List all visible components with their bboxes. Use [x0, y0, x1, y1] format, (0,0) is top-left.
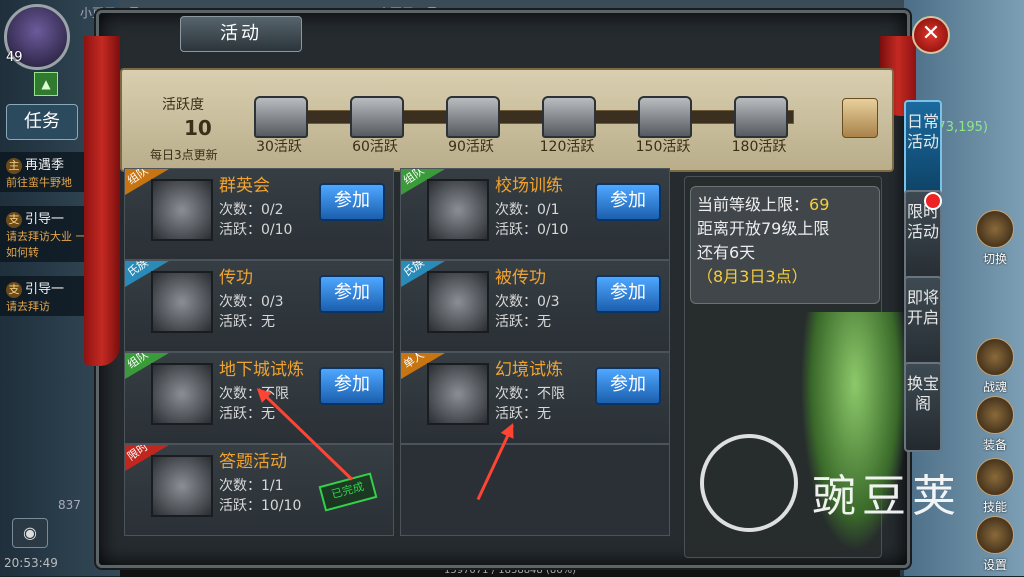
reward-chest-icon[interactable] [446, 96, 500, 138]
watermark-text: 豌豆荚 [812, 471, 962, 522]
activity-progress-track [262, 110, 794, 124]
activity-note: 每日3点更新 [150, 148, 218, 162]
clock: 20:53:49 [4, 556, 58, 570]
close-button[interactable]: ✕ [912, 16, 950, 54]
activity-card-qunyinghui: 组队 群英会 次数：0/2 活跃：0/10 参加 [124, 168, 394, 260]
quest-tag: 支 [6, 212, 22, 228]
activity-name: 校场训练 [495, 176, 563, 196]
camera-icon[interactable]: ◉ [12, 518, 48, 548]
activity-icon [151, 363, 213, 425]
settings-label: 设置 [982, 558, 1007, 572]
activity-name: 答题活动 [219, 452, 287, 472]
curtain-decoration [84, 36, 120, 366]
activity-points: 活跃：0/10 [219, 222, 293, 238]
reward-chest-icon[interactable] [254, 96, 308, 138]
activity-count: 次数：0/2 [219, 202, 284, 218]
expand-arrow-icon[interactable]: ▲ [34, 72, 58, 96]
activity-count: 次数：0/1 [495, 202, 560, 218]
quest-tag: 支 [6, 282, 22, 298]
scroll-icon[interactable] [842, 98, 878, 138]
level-cap-label: 当前等级上限： [697, 195, 810, 214]
activity-card-quiz: 限时 答题活动 次数：1/1 活跃：10/10 已完成 [124, 444, 394, 536]
reward-chest-icon[interactable] [638, 96, 692, 138]
activity-icon [151, 271, 213, 333]
activity-icon [427, 363, 489, 425]
activity-name: 被传功 [495, 268, 546, 288]
open-date: （8月3日3点） [697, 267, 808, 286]
equipment-icon [976, 396, 1014, 434]
skills-icon [976, 458, 1014, 496]
activity-value: 10 [184, 116, 212, 140]
reward-chest-icon[interactable] [542, 96, 596, 138]
equipment-label: 装备 [982, 438, 1007, 452]
switch-button[interactable]: 切换 [972, 210, 1018, 267]
activity-name: 幻境试炼 [495, 360, 563, 380]
quest-tag: 主 [6, 158, 22, 174]
join-button[interactable]: 参加 [595, 275, 661, 313]
join-button[interactable]: 参加 [319, 275, 385, 313]
war-soul-button[interactable]: 战魂 [972, 338, 1018, 395]
activity-progress-bar: 活跃度 10 每日3点更新 30活跃 60活跃 90活跃 120活跃 150活跃… [120, 68, 894, 172]
milestone-label: 120活跃 [539, 139, 595, 155]
switch-icon [976, 210, 1014, 248]
activity-count: 次数：不限 [495, 386, 565, 402]
days-left: 还有6天 [697, 243, 756, 262]
switch-label: 切换 [982, 252, 1007, 266]
empty-card-slot [400, 444, 670, 536]
activity-count: 次数：0/3 [219, 294, 284, 310]
activity-points: 活跃：0/10 [495, 222, 569, 238]
task-tab[interactable]: 任务 [6, 104, 78, 140]
join-button[interactable]: 参加 [319, 367, 385, 405]
notification-dot [924, 192, 942, 210]
quest-title: 引导一 [25, 212, 65, 227]
panel-title: 活动 [180, 16, 302, 52]
activity-card-xiaochang: 组队 校场训练 次数：0/1 活跃：0/10 参加 [400, 168, 670, 260]
milestone-label: 90活跃 [448, 139, 494, 155]
tab-daily-activity[interactable]: 日常活动 [904, 100, 942, 204]
activity-count: 次数：1/1 [219, 478, 284, 494]
activity-icon [427, 179, 489, 241]
activity-points: 活跃：无 [495, 406, 551, 422]
left-misc-number: 837 [58, 498, 81, 512]
activity-points: 活跃：无 [219, 314, 275, 330]
activity-label: 活跃度 [162, 97, 204, 113]
reward-chest-icon[interactable] [734, 96, 788, 138]
milestone-label: 30活跃 [256, 139, 302, 155]
activity-card-beichuangong: 氏族 被传功 次数：0/3 活跃：无 参加 [400, 260, 670, 352]
activity-card-illusion: 单人 幻境试炼 次数：不限 活跃：无 参加 [400, 352, 670, 444]
npc-speech-bubble: 当前等级上限：69 距离开放79级上限 还有6天 （8月3日3点） [690, 186, 880, 304]
level-cap-value: 69 [809, 195, 830, 214]
join-button[interactable]: 参加 [595, 367, 661, 405]
reward-chest-icon[interactable] [350, 96, 404, 138]
join-button[interactable]: 参加 [595, 183, 661, 221]
join-button[interactable]: 参加 [319, 183, 385, 221]
level-cap-line: 距离开放79级上限 [697, 219, 830, 238]
activity-count: 次数：0/3 [495, 294, 560, 310]
war-soul-label: 战魂 [982, 380, 1007, 394]
activity-name: 传功 [219, 268, 253, 288]
activity-grid: 组队 群英会 次数：0/2 活跃：0/10 参加 组队 校场训练 次数：0/1 … [124, 168, 674, 536]
activity-card-chuangong: 氏族 传功 次数：0/3 活跃：无 参加 [124, 260, 394, 352]
milestone-label: 180活跃 [731, 139, 787, 155]
activity-icon [427, 271, 489, 333]
activity-points: 活跃：无 [495, 314, 551, 330]
milestone-label: 60活跃 [352, 139, 398, 155]
watermark: 豌豆荚 [700, 434, 980, 534]
activity-name: 地下城试炼 [219, 360, 304, 380]
player-level: 49 [6, 50, 23, 65]
milestone-label: 150活跃 [635, 139, 691, 155]
activity-name: 群英会 [219, 176, 270, 196]
activity-icon [151, 455, 213, 517]
settings-icon [976, 516, 1014, 554]
activity-points: 活跃：无 [219, 406, 275, 422]
activity-points: 活跃：10/10 [219, 498, 302, 514]
quest-title: 再遇季 [25, 158, 65, 173]
activity-icon [151, 179, 213, 241]
war-soul-icon [976, 338, 1014, 376]
skills-label: 技能 [982, 500, 1007, 514]
watermark-logo-icon [700, 434, 798, 532]
quest-title: 引导一 [25, 282, 65, 297]
